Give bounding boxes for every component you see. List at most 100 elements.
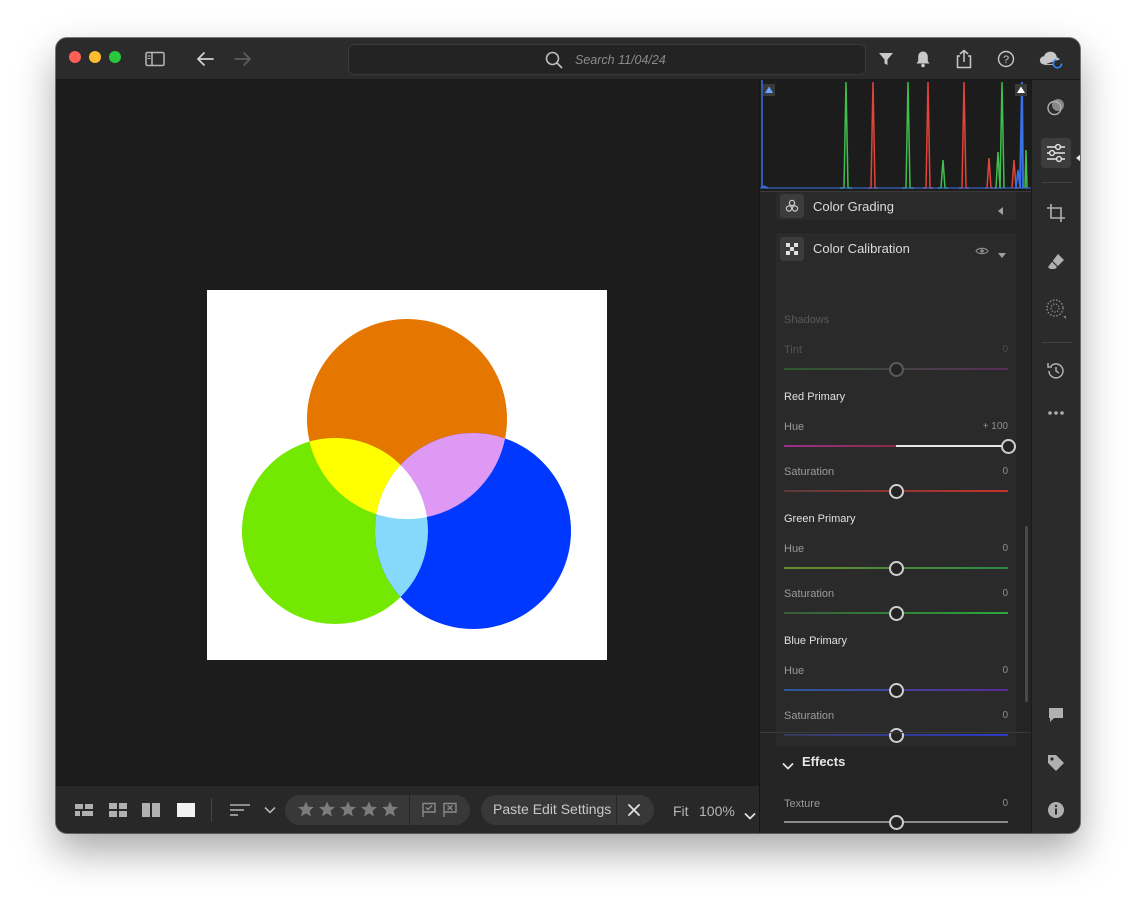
star-5-icon[interactable] (381, 800, 399, 823)
title-bar: Search 11/04/24 ? (56, 38, 1080, 80)
detail-view-icon[interactable] (174, 798, 198, 822)
comments-icon[interactable] (1041, 700, 1071, 730)
green-hue-value[interactable]: 0 (1002, 543, 1008, 554)
blue-saturation-knob[interactable] (888, 727, 904, 743)
bottom-toolbar: Paste Edit Settings Fit 100% (56, 785, 759, 833)
presets-icon[interactable] (1041, 92, 1071, 122)
star-2-icon[interactable] (318, 800, 336, 823)
shadows-tint-label: Tint (784, 344, 802, 356)
shadows-tint-value[interactable]: 0 (1002, 344, 1008, 355)
pick-flag-icon[interactable] (421, 802, 437, 823)
color-calibration-title[interactable]: Color Calibration (813, 241, 910, 256)
blue-primary-heading: Blue Primary (784, 635, 847, 647)
tool-strip (1031, 80, 1080, 833)
minimize-window-button[interactable] (89, 51, 101, 63)
grid-view-icon[interactable] (106, 798, 130, 822)
keywords-tag-icon[interactable] (1041, 748, 1071, 778)
edit-adjustments-icon[interactable] (1041, 138, 1071, 168)
compare-view-icon[interactable] (139, 798, 163, 822)
share-icon[interactable] (952, 47, 976, 71)
tool-divider (1042, 182, 1072, 183)
photo-canvas[interactable] (56, 80, 759, 785)
effects-title[interactable]: Effects (802, 754, 845, 769)
zoom-window-button[interactable] (109, 51, 121, 63)
color-grading-section[interactable]: Color Grading (776, 192, 1016, 220)
red-hue-slider[interactable] (784, 445, 1008, 447)
fit-zoom-button[interactable]: Fit (673, 803, 689, 819)
blue-hue-knob[interactable] (888, 682, 904, 698)
forward-arrow-icon[interactable] (231, 47, 255, 71)
blue-saturation-label: Saturation (784, 710, 835, 722)
caret-left-icon[interactable] (998, 202, 1004, 220)
sort-icon[interactable] (228, 798, 252, 822)
blue-hue-value[interactable]: 0 (1002, 665, 1008, 676)
effects-divider (760, 732, 1032, 733)
paste-divider (616, 795, 617, 825)
texture-knob[interactable] (888, 814, 904, 830)
square-grid-view-icon[interactable] (72, 798, 96, 822)
reject-flag-icon[interactable] (442, 802, 458, 823)
star-rating (297, 800, 407, 820)
masking-icon[interactable] (1041, 294, 1071, 324)
paste-edit-settings-button[interactable]: Paste Edit Settings (493, 801, 611, 817)
sidebar-toggle-icon[interactable] (143, 47, 167, 71)
cloud-sync-icon[interactable] (1039, 47, 1063, 71)
red-hue-label: Hue (784, 421, 805, 433)
help-icon[interactable]: ? (994, 47, 1018, 71)
active-tool-caret-icon (1075, 149, 1080, 167)
close-paste-icon[interactable] (627, 803, 641, 822)
more-options-icon[interactable] (1041, 398, 1071, 428)
red-hue-value[interactable]: + 100 (983, 421, 1008, 432)
shadows-tint-knob[interactable] (888, 361, 904, 377)
red-saturation-label: Saturation (784, 466, 835, 478)
green-hue-label: Hue (784, 543, 805, 555)
green-saturation-label: Saturation (784, 588, 835, 600)
color-calibration-icon (780, 237, 804, 261)
rating-divider (409, 795, 410, 825)
red-primary-heading: Red Primary (784, 391, 846, 403)
shadow-clipping-warning-icon[interactable] (763, 83, 775, 101)
red-saturation-value[interactable]: 0 (1002, 466, 1008, 477)
notifications-bell-icon[interactable] (911, 47, 935, 71)
star-4-icon[interactable] (360, 800, 378, 823)
highlight-clipping-warning-icon[interactable] (1015, 83, 1027, 101)
zoom-level[interactable]: 100% (699, 803, 735, 819)
search-placeholder: Search 11/04/24 (575, 53, 666, 67)
photo-preview[interactable] (207, 290, 607, 660)
crop-icon[interactable] (1041, 198, 1071, 228)
info-icon[interactable] (1041, 795, 1071, 825)
tool-divider-2 (1042, 342, 1072, 343)
histogram (760, 80, 1032, 192)
blue-saturation-value[interactable]: 0 (1002, 710, 1008, 721)
chevron-down-icon[interactable] (782, 757, 794, 775)
search-icon (545, 51, 563, 74)
texture-label: Texture (784, 798, 821, 810)
red-saturation-knob[interactable] (888, 483, 904, 499)
green-hue-knob[interactable] (888, 560, 904, 576)
app-window: Search 11/04/24 ? Paste Edit Settings Fi… (56, 38, 1080, 833)
color-grading-title: Color Grading (813, 199, 894, 214)
green-saturation-value[interactable]: 0 (1002, 588, 1008, 599)
versions-history-icon[interactable] (1041, 356, 1071, 386)
search-input[interactable]: Search 11/04/24 (348, 44, 866, 75)
sort-chevron-down-icon[interactable] (258, 798, 282, 822)
green-primary-heading: Green Primary (784, 513, 856, 525)
green-saturation-knob[interactable] (888, 605, 904, 621)
visibility-eye-icon[interactable] (975, 243, 989, 261)
filter-icon[interactable] (874, 47, 898, 71)
svg-text:?: ? (1003, 54, 1009, 66)
close-window-button[interactable] (69, 51, 81, 63)
star-3-icon[interactable] (339, 800, 357, 823)
caret-down-icon[interactable] (998, 246, 1006, 264)
healing-eraser-icon[interactable] (1041, 247, 1071, 277)
back-arrow-icon[interactable] (193, 47, 217, 71)
panel-scrollbar[interactable] (1025, 526, 1028, 702)
edit-panel: Color Grading Color Calibration Shadows … (759, 80, 1032, 833)
rating-flag-group (285, 795, 470, 825)
star-1-icon[interactable] (297, 800, 315, 823)
toolbar-divider (211, 798, 212, 822)
texture-value[interactable]: 0 (1002, 798, 1008, 809)
shadows-heading: Shadows (784, 314, 830, 326)
zoom-chevron-down-icon[interactable] (744, 807, 756, 825)
red-hue-knob[interactable] (1000, 438, 1016, 454)
